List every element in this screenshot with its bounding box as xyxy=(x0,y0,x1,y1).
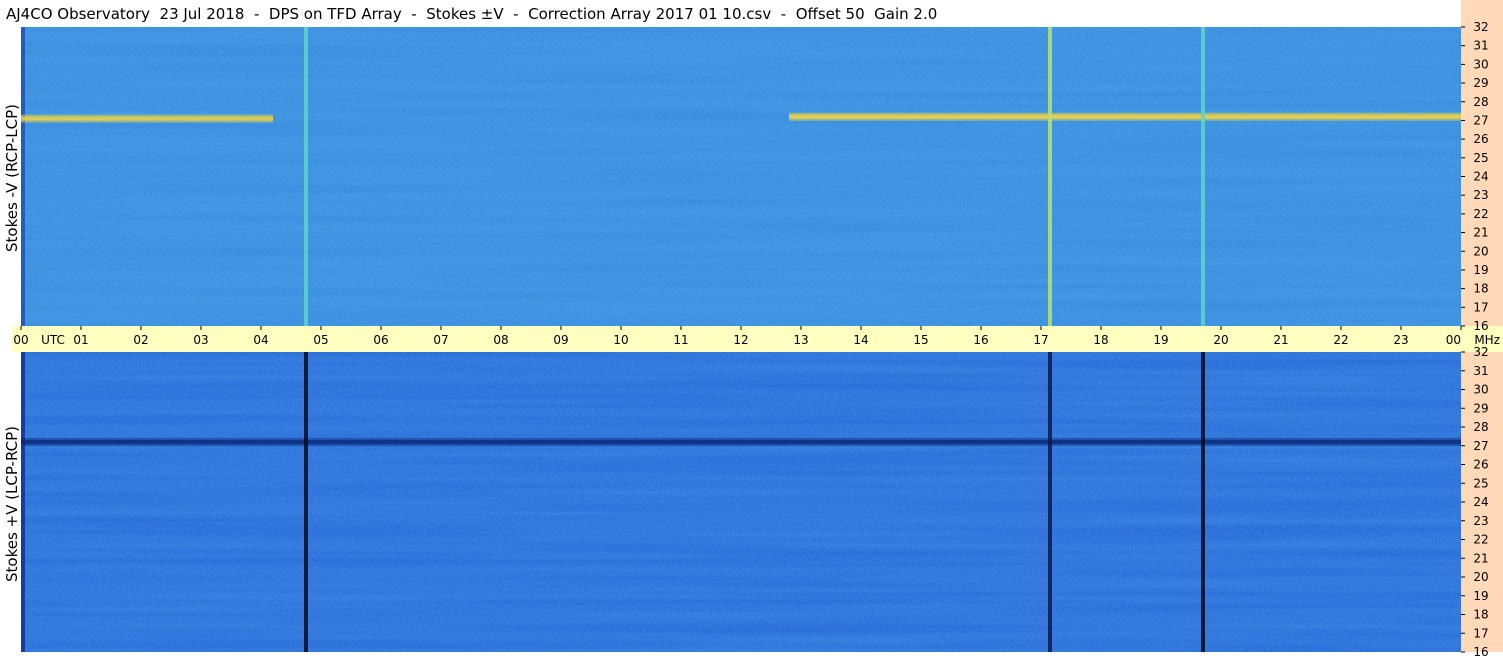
utc-tick-label: 16 xyxy=(973,333,988,347)
vertical-spike xyxy=(304,352,308,652)
frequency-tick-label: 17 xyxy=(1473,626,1488,640)
frequency-tick-label: 26 xyxy=(1473,132,1488,146)
frequency-tick-label: 32 xyxy=(1473,345,1488,359)
frequency-tick-label: 30 xyxy=(1473,383,1488,397)
panel-noise-texture xyxy=(21,352,1461,652)
frequency-tick-label: 19 xyxy=(1473,589,1488,603)
frequency-tick-label: 18 xyxy=(1473,608,1488,622)
utc-tick-label: 23 xyxy=(1393,333,1408,347)
utc-tick-label: 10 xyxy=(613,333,628,347)
utc-tick-label: 08 xyxy=(493,333,508,347)
utc-tick-label: 09 xyxy=(553,333,568,347)
utc-tick-label: 18 xyxy=(1093,333,1108,347)
frequency-tick-label: 21 xyxy=(1473,551,1488,565)
vertical-spike xyxy=(1048,352,1052,652)
utc-tick-label: 12 xyxy=(733,333,748,347)
frequency-tick-label: 32 xyxy=(1473,20,1488,34)
utc-tick-label: 00 xyxy=(1446,333,1461,347)
emission-band-core xyxy=(21,440,1461,444)
frequency-tick-label: 24 xyxy=(1473,170,1488,184)
frequency-tick-label: 19 xyxy=(1473,263,1488,277)
frequency-tick-label: 25 xyxy=(1473,151,1488,165)
utc-axis-band: 00 01 02 03 04 05 06 07 08 09 10 11 12 13 14 15 16 17 18 19… xyxy=(12,326,1503,352)
utc-unit-label: UTC xyxy=(41,333,65,347)
frequency-tick-label: 31 xyxy=(1473,39,1488,53)
frequency-tick-label: 29 xyxy=(1473,76,1488,90)
frequency-tick-label: 18 xyxy=(1473,282,1488,296)
panel-noise-texture xyxy=(21,27,1461,326)
frequency-tick-label: 17 xyxy=(1473,300,1488,314)
panel-left-edge xyxy=(21,27,25,326)
vertical-spike xyxy=(1048,27,1052,326)
frequency-tick-label: 20 xyxy=(1473,244,1488,258)
utc-tick-label: 21 xyxy=(1273,333,1288,347)
utc-tick-label: 22 xyxy=(1333,333,1348,347)
frequency-tick-label: 21 xyxy=(1473,226,1488,240)
panel-stokes-plus-v xyxy=(21,352,1461,652)
frequency-tick-label: 29 xyxy=(1473,401,1488,415)
frequency-tick-label: 16 xyxy=(1473,319,1488,333)
frequency-tick-label: 22 xyxy=(1473,533,1488,547)
frequency-tick-label: 20 xyxy=(1473,570,1488,584)
panel-stokes-minus-v xyxy=(21,27,1461,326)
frequency-tick-label: 23 xyxy=(1473,188,1488,202)
utc-tick-label: 00 xyxy=(13,333,28,347)
utc-tick-label: 01 xyxy=(73,333,88,347)
utc-tick-label: 03 xyxy=(193,333,208,347)
panel-left-edge xyxy=(21,352,25,652)
emission-band-core xyxy=(789,114,1461,119)
utc-tick-label: 02 xyxy=(133,333,148,347)
frequency-tick-label: 28 xyxy=(1473,95,1488,109)
spectrogram-figure: AJ4CO Observatory 23 Jul 2018 - DPS on T… xyxy=(0,0,1503,672)
utc-tick-label: 06 xyxy=(373,333,388,347)
frequency-tick-label: 23 xyxy=(1473,514,1488,528)
panel-label-bottom: Stokes +V (LCP-RCP) xyxy=(3,426,21,582)
utc-tick-label: 04 xyxy=(253,333,268,347)
frequency-tick-label: 27 xyxy=(1473,439,1488,453)
vertical-spike xyxy=(304,27,308,326)
utc-tick-label: 19 xyxy=(1153,333,1168,347)
utc-tick-label: 17 xyxy=(1033,333,1048,347)
vertical-spike xyxy=(1201,352,1205,652)
spectrogram-chart: 00 01 02 03 04 05 06 07 08 09 10 11 12 13 14 15 16 17 18 19… xyxy=(12,20,1503,659)
frequency-tick-label: 16 xyxy=(1473,645,1488,659)
emission-band-core xyxy=(21,116,273,121)
vertical-spike xyxy=(1201,27,1205,326)
frequency-tick-label: 26 xyxy=(1473,458,1488,472)
frequency-tick-label: 22 xyxy=(1473,207,1488,221)
utc-tick-label: 05 xyxy=(313,333,328,347)
frequency-tick-label: 31 xyxy=(1473,364,1488,378)
utc-tick-label: 07 xyxy=(433,333,448,347)
panel-label-top: Stokes -V (RCP-LCP) xyxy=(3,104,21,252)
utc-tick-label: 11 xyxy=(673,333,688,347)
utc-tick-label: 15 xyxy=(913,333,928,347)
frequency-tick-label: 24 xyxy=(1473,495,1488,509)
frequency-tick-label: 30 xyxy=(1473,57,1488,71)
frequency-tick-label: 25 xyxy=(1473,476,1488,490)
utc-tick-label: 14 xyxy=(853,333,868,347)
utc-tick-label: 20 xyxy=(1213,333,1228,347)
utc-tick-label: 13 xyxy=(793,333,808,347)
frequency-tick-label: 28 xyxy=(1473,420,1488,434)
frequency-tick-label: 27 xyxy=(1473,113,1488,127)
